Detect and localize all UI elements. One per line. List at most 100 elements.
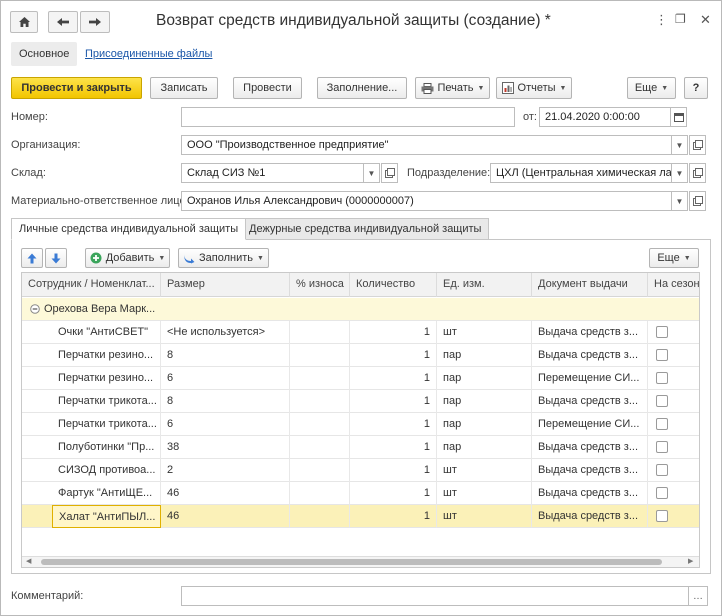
cell-issue-document[interactable]: Выдача средств з... <box>532 505 648 528</box>
cell-size[interactable]: 46 <box>161 505 290 528</box>
calendar-button[interactable] <box>670 107 687 127</box>
move-down-button[interactable] <box>45 248 67 268</box>
cell-issue-document[interactable]: Выдача средств з... <box>532 321 648 344</box>
cell-quantity[interactable]: 1 <box>350 505 437 528</box>
table-row[interactable]: Перчатки трикота... 8 1 пар Выдача средств з… <box>22 390 699 413</box>
move-up-button[interactable] <box>21 248 43 268</box>
cell-unit[interactable]: шт <box>437 459 532 482</box>
table-row[interactable]: СИЗОД противоа... 2 1 шт Выдача средств з... <box>22 459 699 482</box>
column-header-season[interactable]: На сезон <box>648 273 699 297</box>
table-row[interactable]: Халат "АнтиПЫЛ... 46 1 шт Выдача средств з..… <box>22 505 699 528</box>
group-row[interactable]: Орехова Вера Марк... <box>22 298 699 321</box>
warehouse-field[interactable]: Склад СИЗ №1 <box>181 163 364 183</box>
cell-quantity[interactable]: 1 <box>350 390 437 413</box>
season-checkbox[interactable] <box>656 441 668 453</box>
date-field[interactable]: 21.04.2020 0:00:00 <box>539 107 671 127</box>
home-button[interactable] <box>10 11 38 33</box>
organization-dropdown[interactable]: ▼ <box>671 135 688 155</box>
table-row[interactable]: Фартук "АнтиЩЕ... 46 1 шт Выдача средств з..… <box>22 482 699 505</box>
more-actions-icon[interactable]: ⋮ <box>655 12 668 28</box>
cell-size[interactable]: 2 <box>161 459 290 482</box>
table-row[interactable]: Перчатки резино... 8 1 пар Выдача средств з.… <box>22 344 699 367</box>
cell-nomenclature[interactable]: Фартук "АнтиЩЕ... <box>52 482 161 505</box>
cell-nomenclature[interactable]: Перчатки резино... <box>52 367 161 390</box>
cell-quantity[interactable]: 1 <box>350 367 437 390</box>
responsible-person-open-button[interactable] <box>689 191 706 211</box>
cell-issue-document[interactable]: Выдача средств з... <box>532 482 648 505</box>
cell-wear[interactable] <box>290 321 350 344</box>
cell-issue-document[interactable]: Перемещение СИ... <box>532 413 648 436</box>
comment-field[interactable] <box>181 586 689 606</box>
division-field[interactable]: ЦХЛ (Центральная химическая лабо <box>490 163 672 183</box>
cell-quantity[interactable]: 1 <box>350 321 437 344</box>
cell-size[interactable]: 6 <box>161 367 290 390</box>
cell-wear[interactable] <box>290 459 350 482</box>
cell-unit[interactable]: пар <box>437 436 532 459</box>
column-header-size[interactable]: Размер <box>161 273 290 297</box>
warehouse-open-button[interactable] <box>381 163 398 183</box>
cell-nomenclature[interactable]: СИЗОД противоа... <box>52 459 161 482</box>
scroll-right-icon[interactable]: ▶ <box>688 557 693 565</box>
cell-size[interactable]: 6 <box>161 413 290 436</box>
cell-nomenclature[interactable]: Очки "АнтиСВЕТ" <box>52 321 161 344</box>
cell-quantity[interactable]: 1 <box>350 459 437 482</box>
cell-issue-document[interactable]: Выдача средств з... <box>532 459 648 482</box>
column-header-quantity[interactable]: Количество <box>350 273 437 297</box>
cell-wear[interactable] <box>290 390 350 413</box>
cell-size[interactable]: <Не используется> <box>161 321 290 344</box>
cell-unit[interactable]: пар <box>437 367 532 390</box>
tab-personal-ppe[interactable]: Личные средства индивидуальной защиты <box>11 218 247 240</box>
cell-wear[interactable] <box>290 436 350 459</box>
reports-button[interactable]: Отчеты ▼ <box>496 77 572 99</box>
cell-quantity[interactable]: 1 <box>350 482 437 505</box>
division-dropdown[interactable]: ▼ <box>671 163 688 183</box>
section-attached-files[interactable]: Присоединенные файлы <box>77 42 220 66</box>
season-checkbox[interactable] <box>656 349 668 361</box>
season-checkbox[interactable] <box>656 326 668 338</box>
cell-issue-document[interactable]: Выдача средств з... <box>532 390 648 413</box>
organization-field[interactable]: ООО "Производственное предприятие" <box>181 135 672 155</box>
cell-wear[interactable] <box>290 344 350 367</box>
cell-size[interactable]: 38 <box>161 436 290 459</box>
tab-duty-ppe[interactable]: Дежурные средства индивидуальной защиты <box>241 218 490 240</box>
post-and-close-button[interactable]: Провести и закрыть <box>11 77 142 99</box>
cell-issue-document[interactable]: Перемещение СИ... <box>532 367 648 390</box>
cell-size[interactable]: 46 <box>161 482 290 505</box>
table-row[interactable]: Полуботинки "Пр... 38 1 пар Выдача средств з… <box>22 436 699 459</box>
cell-size[interactable]: 8 <box>161 344 290 367</box>
scroll-left-icon[interactable]: ◀ <box>26 557 31 565</box>
table-more-button[interactable]: Еще ▼ <box>649 248 699 268</box>
restore-window-icon[interactable]: ❐ <box>675 12 686 26</box>
help-button[interactable]: ? <box>684 77 708 99</box>
save-button[interactable]: Записать <box>150 77 218 99</box>
table-row[interactable]: Перчатки резино... 6 1 пар Перемещение СИ... <box>22 367 699 390</box>
collapse-icon[interactable] <box>30 304 40 314</box>
post-button[interactable]: Провести <box>233 77 302 99</box>
season-checkbox[interactable] <box>656 395 668 407</box>
cell-nomenclature[interactable]: Халат "АнтиПЫЛ... <box>52 505 161 528</box>
more-button[interactable]: Еще ▼ <box>627 77 676 99</box>
back-button[interactable] <box>48 11 78 33</box>
cell-wear[interactable] <box>290 482 350 505</box>
cell-unit[interactable]: шт <box>437 321 532 344</box>
section-main[interactable]: Основное <box>11 42 78 66</box>
cell-quantity[interactable]: 1 <box>350 413 437 436</box>
responsible-person-field[interactable]: Охранов Илья Александрович (0000000007) <box>181 191 672 211</box>
season-checkbox[interactable] <box>656 418 668 430</box>
column-header-issue-document[interactable]: Документ выдачи <box>532 273 648 297</box>
cell-nomenclature[interactable]: Перчатки резино... <box>52 344 161 367</box>
cell-wear[interactable] <box>290 413 350 436</box>
cell-unit[interactable]: пар <box>437 344 532 367</box>
table-row[interactable]: Перчатки трикота... 6 1 пар Перемещение СИ..… <box>22 413 699 436</box>
cell-wear[interactable] <box>290 367 350 390</box>
season-checkbox[interactable] <box>656 510 668 522</box>
cell-unit[interactable]: шт <box>437 505 532 528</box>
horizontal-scrollbar[interactable]: ◀ ▶ <box>22 556 699 567</box>
season-checkbox[interactable] <box>656 487 668 499</box>
comment-expand-button[interactable]: … <box>688 586 708 606</box>
table-row[interactable]: Очки "АнтиСВЕТ" <Не используется> 1 шт Выдач… <box>22 321 699 344</box>
cell-issue-document[interactable]: Выдача средств з... <box>532 344 648 367</box>
season-checkbox[interactable] <box>656 372 668 384</box>
season-checkbox[interactable] <box>656 464 668 476</box>
cell-nomenclature[interactable]: Перчатки трикота... <box>52 413 161 436</box>
